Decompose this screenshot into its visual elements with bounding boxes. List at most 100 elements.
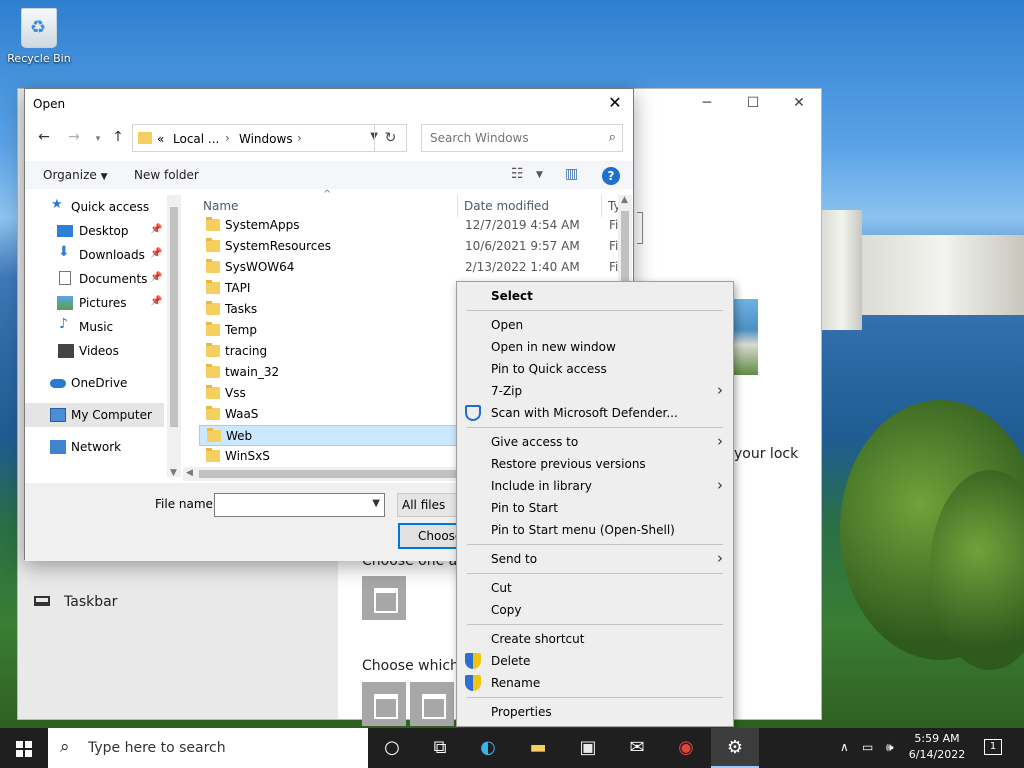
new-folder-button[interactable]: New folder bbox=[134, 168, 199, 182]
scroll-left-icon[interactable]: ◀ bbox=[186, 468, 193, 478]
sidebar-item-documents[interactable]: Documents 📌 bbox=[25, 267, 165, 291]
edge-icon[interactable]: ◐ bbox=[464, 728, 512, 768]
file-row-selected[interactable]: Web bbox=[199, 425, 457, 446]
scroll-up-icon[interactable]: ▲ bbox=[621, 195, 628, 205]
network-tray-icon[interactable]: ▭ bbox=[862, 740, 873, 754]
sidebar-item-quick-access[interactable]: ★ Quick access bbox=[25, 195, 165, 219]
view-options-icon[interactable]: ☷ bbox=[511, 166, 524, 182]
sidebar-item-my-computer[interactable]: My Computer bbox=[25, 403, 164, 427]
menu-item-include-library[interactable]: Include in library › bbox=[457, 475, 733, 497]
address-overflow[interactable]: « bbox=[157, 132, 164, 146]
close-button[interactable]: ✕ bbox=[776, 95, 822, 111]
scrollbar-thumb[interactable] bbox=[199, 470, 469, 478]
menu-item-pin-start-openshell[interactable]: Pin to Start menu (Open-Shell) bbox=[457, 519, 733, 541]
chevron-right-icon[interactable]: › bbox=[225, 131, 230, 145]
menu-item-pin-start[interactable]: Pin to Start bbox=[457, 497, 733, 519]
chevron-right-icon[interactable]: › bbox=[297, 131, 302, 145]
cortana-icon[interactable]: ○ bbox=[368, 728, 416, 768]
pin-icon[interactable]: 📌 bbox=[150, 272, 162, 283]
calendar-app-tile-2[interactable] bbox=[410, 682, 454, 726]
file-name-input[interactable] bbox=[219, 495, 369, 515]
menu-item-open[interactable]: Open bbox=[457, 314, 733, 336]
column-header-date-modified[interactable]: Date modified bbox=[464, 199, 549, 213]
mail-icon[interactable]: ✉ bbox=[613, 728, 661, 768]
column-divider[interactable] bbox=[457, 195, 458, 217]
column-header-name[interactable]: Name bbox=[203, 199, 238, 213]
scrollbar-thumb[interactable] bbox=[170, 207, 178, 427]
menu-item-create-shortcut[interactable]: Create shortcut bbox=[457, 628, 733, 650]
refresh-icon[interactable]: ↻ bbox=[374, 125, 406, 151]
forward-arrow-icon[interactable]: → bbox=[65, 129, 83, 145]
file-row[interactable]: TAPI bbox=[199, 278, 457, 299]
sidebar-item-desktop[interactable]: Desktop 📌 bbox=[25, 219, 165, 243]
pin-icon[interactable]: 📌 bbox=[150, 248, 162, 259]
mail-app-tile[interactable] bbox=[362, 682, 406, 726]
scrollbar-thumb[interactable] bbox=[621, 211, 629, 291]
minimize-button[interactable]: ─ bbox=[684, 95, 730, 111]
task-view-icon[interactable]: ⧉ bbox=[416, 728, 464, 768]
preview-pane-icon[interactable]: ▥ bbox=[565, 166, 578, 182]
file-row[interactable]: Temp bbox=[199, 320, 457, 341]
close-button[interactable]: ✕ bbox=[603, 93, 627, 112]
sidebar-item-pictures[interactable]: Pictures 📌 bbox=[25, 291, 165, 315]
horizontal-scrollbar[interactable]: ◀ bbox=[183, 467, 477, 481]
file-row[interactable]: tracing bbox=[199, 341, 457, 362]
menu-item-7zip[interactable]: 7-Zip › bbox=[457, 380, 733, 402]
file-row[interactable]: SystemResources 10/6/2021 9:57 AM Fi bbox=[199, 236, 618, 257]
organize-button[interactable]: Organize ▼ bbox=[43, 168, 108, 182]
dialog-titlebar[interactable]: Open ✕ bbox=[25, 89, 633, 119]
navigation-scrollbar[interactable] bbox=[167, 195, 181, 477]
choose-button[interactable]: Choose bbox=[398, 523, 458, 549]
chrome-icon[interactable]: ◉ bbox=[662, 728, 710, 768]
menu-item-delete[interactable]: Delete bbox=[457, 650, 733, 672]
address-segment-local[interactable]: Local ... bbox=[173, 132, 219, 146]
file-row[interactable]: Vss bbox=[199, 383, 457, 404]
file-name-combobox[interactable]: ▼ bbox=[214, 493, 385, 517]
taskbar-search[interactable]: ⌕ Type here to search bbox=[48, 728, 368, 768]
store-icon[interactable]: ▣ bbox=[564, 728, 612, 768]
menu-item-properties[interactable]: Properties bbox=[457, 701, 733, 723]
file-row[interactable]: twain_32 bbox=[199, 362, 457, 383]
menu-item-give-access[interactable]: Give access to › bbox=[457, 431, 733, 453]
sidebar-item-videos[interactable]: Videos bbox=[25, 339, 165, 363]
menu-item-open-new-window[interactable]: Open in new window bbox=[457, 336, 733, 358]
file-row[interactable]: Tasks bbox=[199, 299, 457, 320]
sidebar-item-onedrive[interactable]: OneDrive bbox=[25, 371, 165, 395]
start-button[interactable] bbox=[0, 728, 48, 768]
search-input[interactable] bbox=[430, 126, 600, 150]
menu-item-scan-defender[interactable]: Scan with Microsoft Defender... bbox=[457, 402, 733, 424]
menu-item-send-to[interactable]: Send to › bbox=[457, 548, 733, 570]
pin-icon[interactable]: 📌 bbox=[150, 224, 162, 235]
menu-item-copy[interactable]: Copy bbox=[457, 599, 733, 621]
help-icon[interactable]: ? bbox=[602, 167, 620, 185]
show-hidden-icons-chevron-icon[interactable]: ∧ bbox=[840, 740, 849, 754]
file-explorer-icon[interactable]: ▬ bbox=[514, 728, 562, 768]
menu-item-pin-quick-access[interactable]: Pin to Quick access bbox=[457, 358, 733, 380]
pin-icon[interactable]: 📌 bbox=[150, 296, 162, 307]
sidebar-item-network[interactable]: Network bbox=[25, 435, 165, 459]
up-arrow-icon[interactable]: ↑ bbox=[109, 129, 127, 145]
file-row[interactable]: WinSxS bbox=[199, 446, 457, 467]
menu-item-cut[interactable]: Cut bbox=[457, 577, 733, 599]
recent-locations-icon[interactable]: ▾ bbox=[89, 134, 107, 144]
menu-item-select[interactable]: Select bbox=[457, 285, 733, 307]
maximize-button[interactable]: ☐ bbox=[730, 95, 776, 111]
sidebar-item-taskbar[interactable]: Taskbar bbox=[34, 594, 117, 610]
calendar-app-tile[interactable] bbox=[362, 576, 406, 620]
sidebar-item-downloads[interactable]: ⬇ Downloads 📌 bbox=[25, 243, 165, 267]
address-segment-windows[interactable]: Windows bbox=[239, 132, 293, 146]
recycle-bin[interactable]: Recycle Bin bbox=[6, 8, 72, 65]
settings-icon[interactable]: ⚙ bbox=[711, 728, 759, 768]
volume-icon[interactable]: 🕪 bbox=[886, 740, 894, 755]
chevron-down-icon[interactable]: ▼ bbox=[536, 170, 543, 180]
column-divider[interactable] bbox=[601, 195, 602, 217]
system-clock[interactable]: 5:59 AM 6/14/2022 bbox=[908, 731, 966, 763]
menu-item-rename[interactable]: Rename bbox=[457, 672, 733, 694]
chevron-down-icon[interactable]: ▼ bbox=[372, 498, 380, 509]
search-box[interactable]: ⌕ bbox=[421, 124, 623, 152]
address-bar[interactable]: « Local ... › Windows › ▼ ↻ bbox=[132, 124, 407, 152]
file-type-filter[interactable]: All files bbox=[397, 493, 457, 517]
sidebar-item-music[interactable]: ♪ Music bbox=[25, 315, 165, 339]
file-row[interactable]: SysWOW64 2/13/2022 1:40 AM Fi bbox=[199, 257, 618, 278]
notification-center-icon[interactable]: 1 bbox=[984, 739, 1002, 755]
